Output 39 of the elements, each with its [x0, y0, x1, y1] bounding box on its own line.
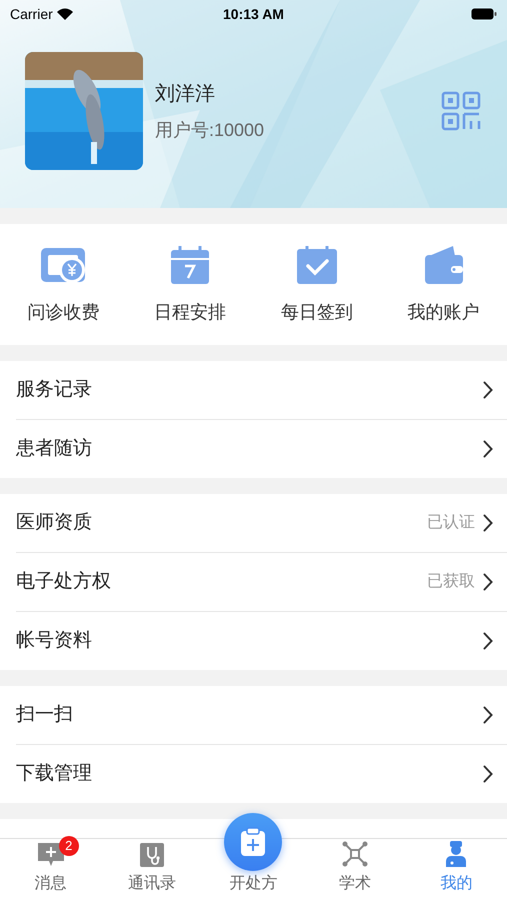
menu-item[interactable]: 帐号资料 — [16, 612, 507, 670]
tab-item[interactable]: 2 消息 — [0, 839, 102, 900]
tab-item[interactable]: 通讯录 — [101, 839, 203, 900]
tab-item[interactable]: 学术 — [304, 839, 406, 900]
status-label: 已获取 — [427, 572, 475, 592]
chevron-right-icon — [483, 632, 493, 650]
menu-item[interactable]: 扫一扫 — [0, 686, 507, 744]
tab-item[interactable]: 我的 — [406, 839, 507, 900]
battery-icon — [470, 8, 497, 20]
calendar-icon — [169, 244, 212, 286]
chat-icon — [36, 842, 65, 868]
tab-label[interactable]: 开处方 — [229, 872, 278, 896]
chevron-right-icon — [483, 573, 493, 591]
menu-item[interactable]: 服务记录 — [0, 361, 507, 419]
chevron-right-icon — [483, 514, 493, 532]
chevron-right-icon — [483, 765, 493, 783]
quick-action-button[interactable]: 日程安排 — [126, 243, 254, 326]
prescribe-button[interactable] — [224, 813, 282, 871]
menu-item[interactable]: 医师资质 已认证 — [0, 494, 507, 552]
wallet-icon — [422, 244, 465, 286]
quick-action-button[interactable]: 问诊收费 — [0, 243, 127, 326]
menu-item[interactable]: 下载管理 — [16, 745, 507, 803]
chevron-right-icon — [483, 381, 493, 399]
status-time: 10:13 AM — [223, 4, 284, 24]
carrier-label: Carrier — [10, 4, 53, 24]
user-name: 刘洋洋 — [155, 82, 216, 106]
chevron-right-icon — [483, 706, 493, 724]
user-id: 用户号:10000 — [155, 118, 266, 142]
menu-item[interactable]: 患者随访 — [16, 420, 507, 478]
stethoscope-icon — [138, 842, 166, 868]
chevron-right-icon — [483, 440, 493, 458]
quick-action-button[interactable]: 每日签到 — [254, 243, 380, 326]
calendar-check-icon — [294, 244, 339, 286]
status-label: 已认证 — [427, 513, 475, 533]
quick-action-button[interactable]: 我的账户 — [380, 243, 507, 326]
clipboard-plus-icon — [240, 827, 266, 857]
qr-code-icon[interactable] — [441, 91, 481, 131]
menu-item[interactable]: 电子处方权 已获取 — [16, 553, 507, 611]
wifi-icon — [56, 8, 73, 20]
